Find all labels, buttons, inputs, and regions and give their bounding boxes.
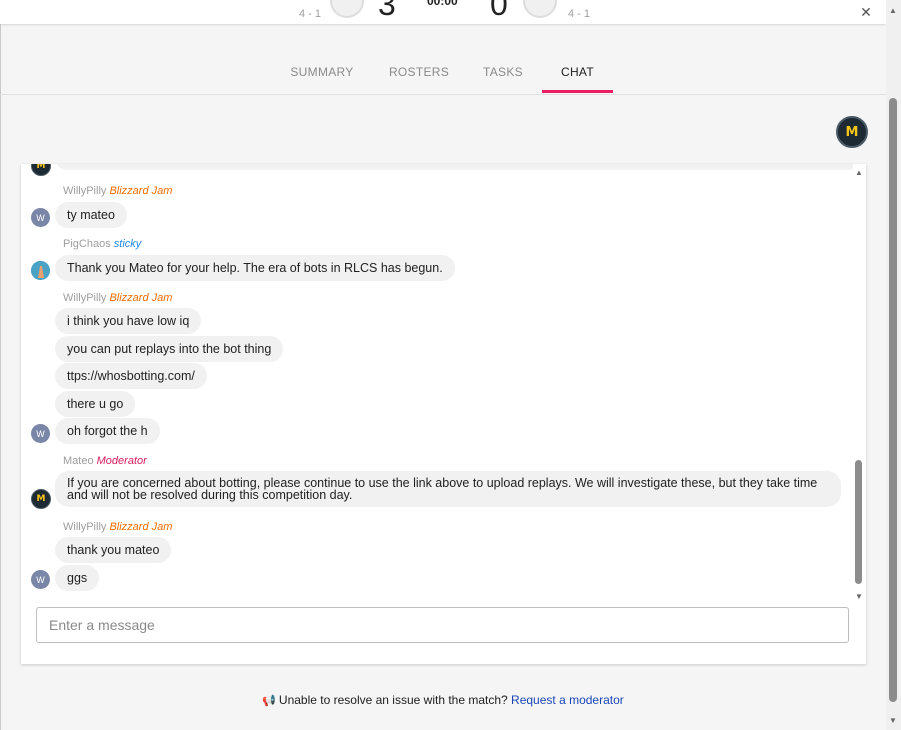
sender-name: Mateo: [63, 455, 94, 467]
message-bubble: ggs: [55, 565, 100, 591]
sender-name: WillyPilly: [63, 292, 107, 304]
message-bubble-cut-off: [55, 164, 853, 170]
match-clock: 00:00: [427, 0, 458, 8]
chat-message-list[interactable]: M WillyPilly Blizzard Jam ty mateo W Pig…: [21, 164, 853, 604]
scroll-up-icon[interactable]: ▲: [855, 168, 863, 177]
message-sender: WillyPilly Blizzard Jam: [63, 185, 172, 197]
message-sender: Mateo Moderator: [63, 455, 147, 467]
current-user-avatar[interactable]: M: [836, 116, 868, 148]
sender-role: Blizzard Jam: [109, 521, 173, 533]
megaphone-icon: 📢: [262, 695, 276, 707]
user-avatar: W: [31, 570, 50, 589]
page-scrollbar-thumb[interactable]: [889, 98, 897, 702]
tab-summary[interactable]: SUMMARY: [283, 58, 361, 94]
message-sender: PigChaos sticky: [63, 238, 141, 250]
right-team-score: 0: [490, 0, 508, 22]
active-tab-indicator: [542, 90, 613, 93]
message-bubble: Thank you Mateo for your help. The era o…: [55, 255, 455, 281]
moderator-help-line: 📢 Unable to resolve an issue with the mat…: [0, 693, 886, 707]
page-scroll-up-icon[interactable]: ▲: [889, 6, 897, 15]
tab-chat[interactable]: CHAT: [542, 58, 613, 94]
sender-role: Moderator: [96, 455, 147, 467]
match-tabs: SUMMARY ROSTERS TASKS CHAT: [0, 58, 886, 95]
right-team-logo: [523, 0, 557, 18]
message-sender: WillyPilly Blizzard Jam: [63, 292, 172, 304]
close-button[interactable]: ✕: [856, 2, 876, 22]
message-bubble: you can put replays into the bot thing: [55, 336, 284, 362]
message-bubble: i think you have low iq: [55, 308, 202, 334]
sender-name: WillyPilly: [63, 521, 107, 533]
footer-text: Unable to resolve an issue with the matc…: [278, 693, 508, 707]
moderator-logo-icon: M: [36, 494, 46, 504]
close-icon: ✕: [860, 3, 872, 20]
chat-scrollbar[interactable]: ▲ ▼: [852, 164, 866, 604]
message-bubble: there u go: [55, 391, 136, 417]
chat-panel: M WillyPilly Blizzard Jam ty mateo W Pig…: [21, 164, 866, 664]
message-bubble: If you are concerned about botting, plea…: [55, 471, 841, 507]
message-sender: WillyPilly Blizzard Jam: [63, 521, 172, 533]
scroll-down-icon[interactable]: ▼: [855, 592, 863, 601]
match-scoreboard: 4 - 1 3 00:00 0 4 - 1 ✕: [0, 0, 886, 24]
left-team-score: 3: [378, 0, 396, 22]
user-avatar: W: [31, 208, 50, 227]
user-avatar: W: [31, 424, 50, 443]
sender-role: Blizzard Jam: [109, 185, 173, 197]
moderator-avatar: M: [31, 489, 51, 509]
request-moderator-link[interactable]: Request a moderator: [511, 693, 624, 707]
tab-rosters[interactable]: ROSTERS: [382, 58, 456, 94]
chat-scrollbar-thumb[interactable]: [855, 460, 862, 584]
moderator-logo-icon: M: [845, 124, 859, 140]
page-scrollbar[interactable]: ▲ ▼: [886, 0, 901, 730]
moderator-avatar: M: [31, 164, 51, 176]
user-avatar: [31, 261, 50, 280]
message-bubble: ttps://whosbotting.com/: [55, 363, 207, 389]
sender-name: WillyPilly: [63, 185, 107, 197]
message-bubble: oh forgot the h: [55, 418, 160, 444]
message-input[interactable]: [36, 607, 849, 643]
sender-role: sticky: [113, 238, 142, 250]
right-team-record: 4 - 1: [568, 8, 591, 20]
left-team-record: 4 - 1: [299, 8, 322, 20]
page-scroll-down-icon[interactable]: ▼: [889, 716, 897, 725]
tab-tasks[interactable]: TASKS: [475, 58, 531, 94]
message-bubble: ty mateo: [55, 202, 127, 228]
pig-avatar-icon: [31, 261, 50, 280]
sender-name: PigChaos: [63, 238, 111, 250]
window-edge: [0, 0, 1, 730]
left-team-logo: [330, 0, 364, 18]
message-bubble: thank you mateo: [55, 537, 172, 563]
sender-role: Blizzard Jam: [109, 292, 173, 304]
